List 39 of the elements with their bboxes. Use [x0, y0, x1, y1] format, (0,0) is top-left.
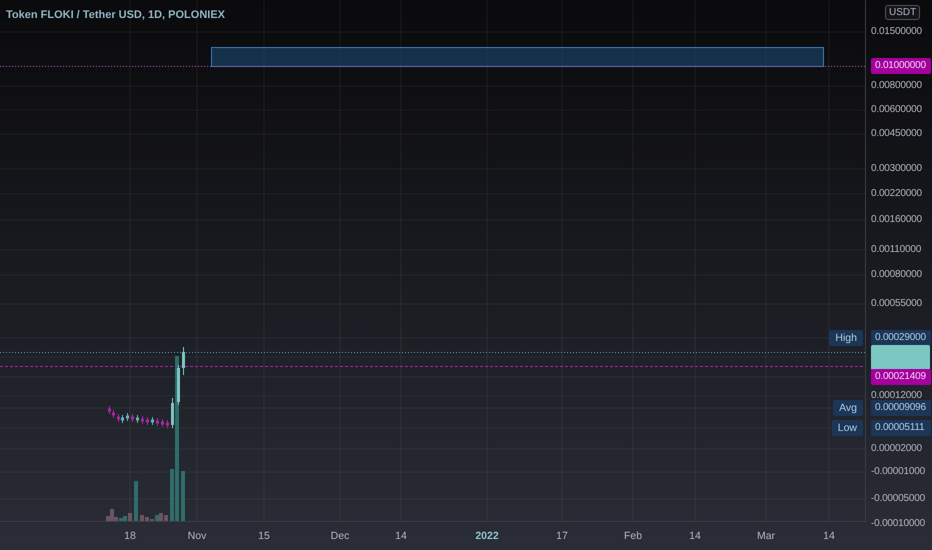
price-tick-label: 0.00012000 — [871, 390, 922, 402]
chart-area[interactable]: Token FLOKI / Tether USD, 1D, POLONIEX High Avg Low — [0, 0, 866, 521]
time-tick-label: 14 — [823, 529, 835, 544]
price-tick-label: 0.00055000 — [871, 298, 922, 310]
time-tick-label: Dec — [330, 529, 350, 544]
time-tick-label: Nov — [188, 529, 206, 544]
time-tick-label: 17 — [556, 529, 568, 544]
time-tick-label: 2022 — [475, 529, 499, 544]
time-tick-label: 18 — [124, 529, 136, 544]
price-tick-label: 0.00160000 — [871, 214, 922, 226]
price-value-label: 0.00029000 — [871, 330, 931, 346]
time-tick-label: 15 — [258, 529, 270, 544]
price-value-label: 0.00005111 — [871, 420, 931, 436]
price-marker-label: 0.01000000 — [871, 58, 931, 74]
price-tick-label: 0.00220000 — [871, 188, 922, 200]
price-line-tag: High — [829, 330, 863, 346]
time-tick-label: 14 — [395, 529, 407, 544]
price-line-tag: Low — [832, 420, 863, 436]
price-tick-label: 0.00002000 — [871, 443, 922, 455]
price-tick-label: -0.00001000 — [871, 466, 925, 478]
price-tick-label: -0.00005000 — [871, 493, 925, 505]
price-tick-label: 0.00600000 — [871, 104, 922, 116]
price-tick-label: 0.00080000 — [871, 269, 922, 281]
time-tick-label: Mar — [756, 529, 776, 544]
price-tick-label: 0.00450000 — [871, 128, 922, 140]
price-tick-label: -0.00010000 — [871, 518, 925, 530]
price-tick-label: 0.01500000 — [871, 26, 922, 38]
price-tick-label: 0.00300000 — [871, 163, 922, 175]
price-tick-label: 0.00110000 — [871, 244, 922, 256]
price-value-label: 0.00009096 — [871, 400, 931, 416]
chart-title: Token FLOKI / Tether USD, 1D, POLONIEX — [6, 8, 226, 23]
price-line-tag: Avg — [833, 400, 863, 416]
currency-badge[interactable]: USDT — [885, 5, 920, 20]
price-tick-label: 0.00800000 — [871, 80, 922, 92]
highlight-rectangle[interactable] — [211, 47, 824, 67]
current-price-label — [871, 345, 930, 370]
price-marker-label: 0.00021409 — [871, 369, 931, 385]
time-tick-label: Feb — [624, 529, 642, 544]
time-tick-label: 14 — [689, 529, 701, 544]
